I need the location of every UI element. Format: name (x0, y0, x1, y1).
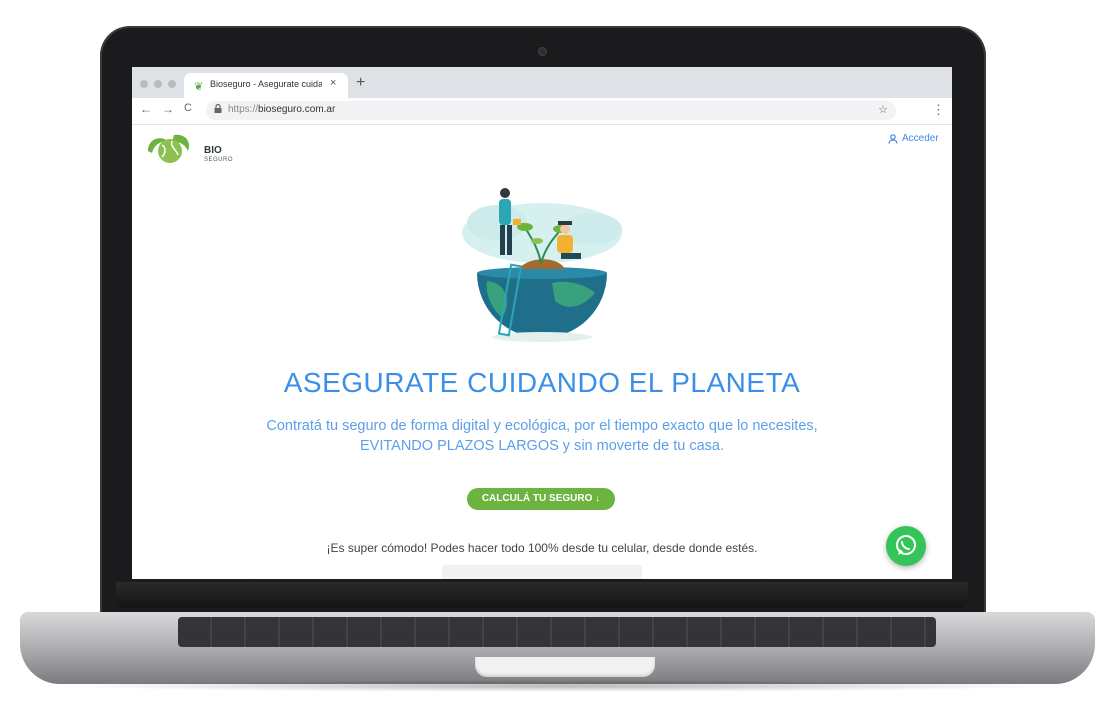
laptop-notch (475, 657, 655, 677)
page-headline: ASEGURATE CUIDANDO EL PLANETA (283, 367, 801, 398)
reload-button[interactable]: C (184, 102, 192, 114)
subtitle-line-2: EVITANDO PLAZOS LARGOS y sin moverte de … (360, 438, 724, 454)
address-bar[interactable]: https://bioseguro.com.ar ☆ (206, 101, 896, 120)
browser-tab-bar: ❦ Bioseguro - Asegurate cuidando el plan… (132, 67, 952, 98)
window-maximize-dot[interactable] (168, 80, 176, 88)
subtitle-line-1: Contratá tu seguro de forma digital y ec… (266, 418, 818, 434)
url-host: bioseguro.com.ar (258, 104, 336, 115)
url-protocol: https:// (228, 104, 259, 115)
back-button[interactable]: ← (140, 102, 152, 116)
laptop-shadow (60, 680, 1055, 692)
laptop-hinge (116, 582, 968, 608)
camera-icon (538, 47, 547, 56)
login-link[interactable]: Acceder (888, 133, 939, 144)
calculate-insurance-button[interactable]: CALCULÁ TU SEGURO ↓ (467, 488, 615, 510)
window-minimize-dot[interactable] (154, 80, 162, 88)
login-label: Acceder (902, 133, 939, 144)
new-tab-button[interactable]: + (356, 74, 365, 92)
browser-tab[interactable]: ❦ Bioseguro - Asegurate cuidando el plan… (184, 73, 348, 98)
menu-icon[interactable]: ⋮ (932, 102, 945, 118)
globe-leaf-logo-icon (148, 134, 190, 163)
lock-icon (214, 103, 222, 115)
star-icon[interactable]: ☆ (878, 103, 888, 116)
bioseguro-logo[interactable]: BIO SEGURO (144, 131, 234, 167)
tab-close-icon[interactable]: × (330, 77, 336, 89)
browser-toolbar: ← → C https://bioseguro.com.ar ☆ ⋮ (132, 98, 952, 125)
whatsapp-icon (896, 535, 916, 555)
user-icon (888, 133, 898, 144)
tab-title: Bioseguro - Asegurate cuidando el planet… (210, 79, 322, 89)
logo-text-seguro: SEGURO (204, 157, 234, 163)
whatsapp-button[interactable] (886, 526, 926, 566)
page-subtitle: Contratá tu seguro de forma digital y ec… (132, 416, 952, 456)
logo-text-bio: BIO (204, 145, 222, 156)
laptop-keyboard (178, 617, 936, 647)
laptop-screen: ❦ Bioseguro - Asegurate cuidando el plan… (132, 67, 952, 579)
url-text: https://bioseguro.com.ar (228, 104, 335, 115)
forward-button[interactable]: → (162, 102, 174, 116)
leaf-favicon-icon: ❦ (194, 81, 204, 93)
window-close-dot[interactable] (140, 80, 148, 88)
page-content: BIO SEGURO Acceder ASEGURATE CUIDANDO EL… (132, 125, 952, 579)
planet-gardening-illustration (462, 188, 622, 342)
scroll-hint-bar (442, 565, 642, 579)
comfort-text: ¡Es super cómodo! Podes hacer todo 100% … (326, 541, 758, 555)
